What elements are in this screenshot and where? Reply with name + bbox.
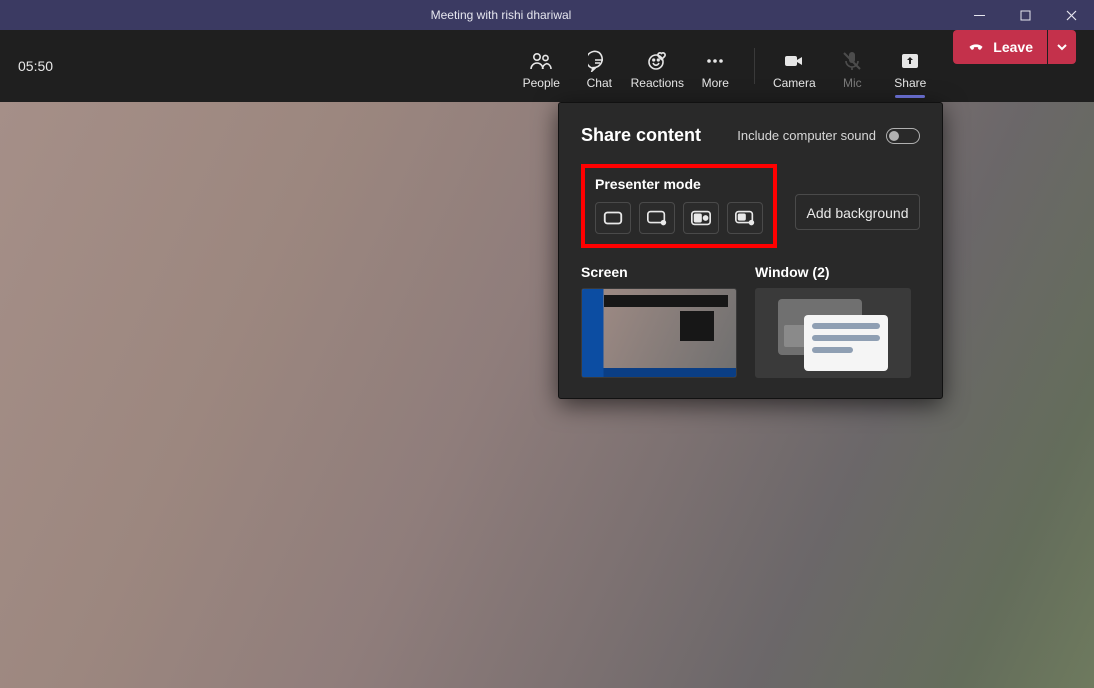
people-label: People	[523, 76, 560, 90]
presenter-mode-title: Presenter mode	[595, 176, 763, 192]
desktop-thumbnail-icon	[582, 289, 736, 377]
close-button[interactable]	[1048, 0, 1094, 30]
leave-options-button[interactable]	[1048, 30, 1076, 64]
add-background-button[interactable]: Add background	[795, 194, 920, 230]
reactions-icon	[646, 48, 668, 74]
leave-label: Leave	[993, 39, 1033, 55]
reactions-button[interactable]: Reactions	[628, 30, 686, 102]
share-window-thumbnail[interactable]	[755, 288, 911, 378]
more-button[interactable]: More	[686, 30, 744, 102]
share-icon	[899, 48, 921, 74]
minimize-button[interactable]	[956, 0, 1002, 30]
window-titlebar: Meeting with rishi dhariwal	[0, 0, 1094, 30]
reactions-label: Reactions	[631, 76, 684, 90]
close-icon	[1066, 10, 1077, 21]
share-content-panel: Share content Include computer sound Pre…	[558, 102, 943, 399]
chat-button[interactable]: Chat	[570, 30, 628, 102]
chat-icon	[588, 48, 610, 74]
more-icon	[704, 48, 726, 74]
chevron-down-icon	[1056, 41, 1068, 53]
include-sound-toggle[interactable]	[886, 128, 920, 144]
meeting-timer: 05:50	[18, 58, 53, 74]
meeting-toolbar: 05:50 People Chat	[0, 30, 1094, 102]
leave-button[interactable]: Leave	[953, 30, 1047, 64]
presenter-mode-highlight: Presenter mode	[581, 164, 777, 248]
screen-section-label: Screen	[581, 264, 737, 280]
people-icon	[529, 48, 553, 74]
presenter-mode-side-by-side[interactable]	[683, 202, 719, 234]
presenter-mode-standout[interactable]	[639, 202, 675, 234]
include-sound-label: Include computer sound	[737, 128, 876, 143]
presenter-mode-reporter[interactable]	[727, 202, 763, 234]
mic-button[interactable]: Mic	[823, 30, 881, 102]
share-button[interactable]: Share	[881, 30, 939, 102]
share-panel-title: Share content	[581, 125, 701, 146]
share-screen-thumbnail[interactable]	[581, 288, 737, 378]
hangup-icon	[967, 37, 985, 58]
more-label: More	[702, 76, 729, 90]
mic-muted-icon	[841, 48, 863, 74]
camera-button[interactable]: Camera	[765, 30, 823, 102]
people-button[interactable]: People	[512, 30, 570, 102]
camera-label: Camera	[773, 76, 816, 90]
maximize-icon	[1020, 10, 1031, 21]
presenter-mode-content-only[interactable]	[595, 202, 631, 234]
windows-thumbnail-icon	[756, 289, 910, 377]
minimize-icon	[974, 10, 985, 21]
window-title: Meeting with rishi dhariwal	[46, 8, 956, 22]
chat-label: Chat	[587, 76, 612, 90]
maximize-button[interactable]	[1002, 0, 1048, 30]
toolbar-divider	[754, 48, 755, 84]
camera-icon	[783, 48, 805, 74]
mic-label: Mic	[843, 76, 862, 90]
share-label: Share	[894, 76, 926, 90]
window-section-label: Window (2)	[755, 264, 911, 280]
